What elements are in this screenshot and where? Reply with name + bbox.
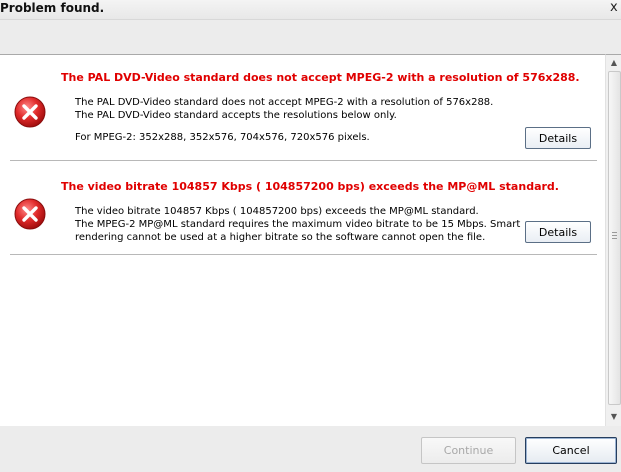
issue-line: The PAL DVD-Video standard does not acce…: [75, 97, 494, 108]
grip-line: [612, 238, 617, 239]
error-icon: [14, 96, 46, 128]
close-icon[interactable]: x: [610, 0, 618, 15]
scrollbar-thumb[interactable]: [608, 71, 621, 405]
header-area: [0, 20, 621, 54]
issue-line: [75, 122, 493, 131]
continue-button[interactable]: Continue: [421, 437, 516, 464]
grip-line: [612, 232, 617, 233]
separator: [10, 254, 597, 258]
issue-line: rendering cannot be used at a higher bit…: [75, 232, 486, 243]
title-bar: Problem found. x: [0, 0, 621, 20]
cancel-button[interactable]: Cancel: [525, 437, 617, 464]
issue-list: The PAL DVD-Video standard does not acce…: [0, 54, 605, 427]
issue-heading: The PAL DVD-Video standard does not acce…: [61, 71, 580, 84]
grip-line: [612, 235, 617, 236]
details-button[interactable]: Details: [525, 221, 591, 243]
issue-heading: The video bitrate 104857 Kbps ( 10485720…: [61, 180, 559, 193]
issue-line: The PAL DVD-Video standard accepts the r…: [75, 110, 397, 121]
issue-line: The video bitrate 104857 Kbps ( 10485720…: [75, 206, 479, 217]
details-button[interactable]: Details: [525, 127, 591, 149]
separator: [10, 160, 597, 164]
issue-line: For MPEG-2: 352x288, 352x576, 704x576, 7…: [75, 132, 370, 143]
issue-description: The PAL DVD-Video standard does not acce…: [75, 96, 493, 144]
issue-description: The video bitrate 104857 Kbps ( 10485720…: [75, 205, 520, 244]
error-icon: [14, 198, 46, 230]
scroll-down-arrow-icon[interactable]: ▼: [608, 411, 620, 423]
scroll-up-arrow-icon[interactable]: ▲: [608, 57, 620, 69]
window-title: Problem found.: [0, 1, 105, 15]
issue-line: The MPEG-2 MP@ML standard requires the m…: [75, 219, 521, 230]
vertical-scrollbar[interactable]: ▲ ▼: [605, 54, 621, 427]
